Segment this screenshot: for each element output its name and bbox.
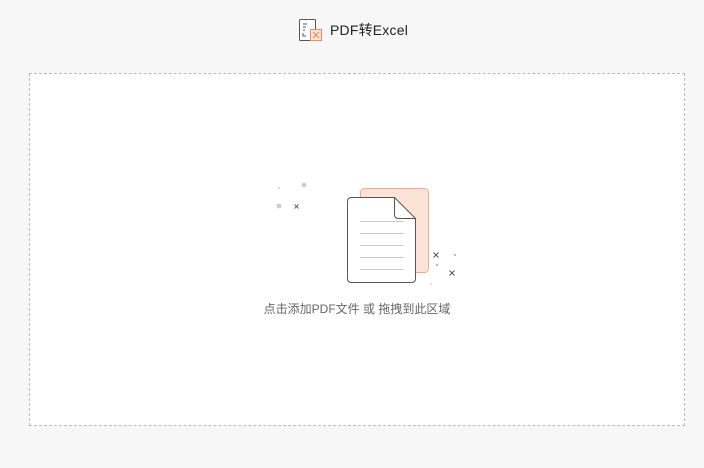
- page: PDF转Excel 点击添加PDF文件 或 拖拽到此区域: [0, 0, 704, 468]
- decor-right-keep: [430, 252, 457, 285]
- page-title: PDF转Excel: [329, 22, 409, 38]
- header: PDF转Excel: [0, 14, 704, 46]
- decor-dot: [301, 182, 307, 188]
- decor-cross-right-1: [433, 252, 439, 258]
- decor-dot-right-1: [453, 253, 457, 257]
- file-upload-illustration: [270, 180, 457, 300]
- decor-cross-right-2: [449, 270, 455, 276]
- decor-dot-right-3: [430, 283, 432, 285]
- decor-dot-right-2: [435, 263, 439, 267]
- drop-hint-text: 点击添加PDF文件 或 拖拽到此区域: [263, 302, 451, 316]
- pdf-to-excel-icon: [296, 16, 324, 44]
- decor-cross: [294, 204, 299, 209]
- decor-dot: [276, 203, 282, 209]
- decor-dot: [278, 187, 280, 189]
- file-drop-zone[interactable]: 点击添加PDF文件 或 拖拽到此区域: [29, 73, 685, 426]
